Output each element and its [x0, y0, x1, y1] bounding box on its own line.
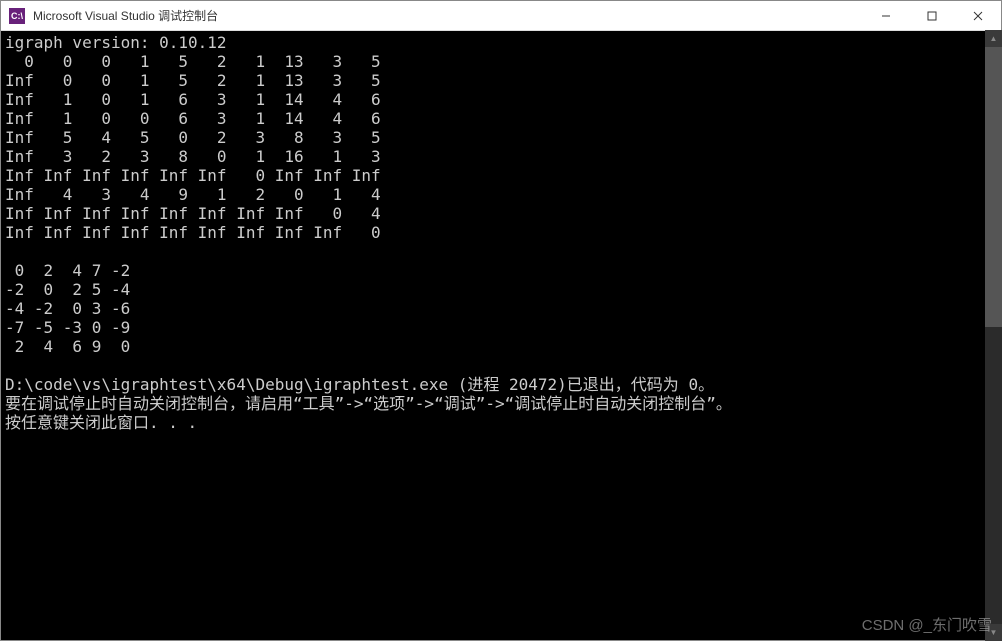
prompt-line: 按任意键关闭此窗口. . . — [5, 413, 197, 432]
matrix1-row: Inf Inf Inf Inf Inf Inf Inf Inf 0 4 — [5, 204, 381, 223]
matrix1-row: Inf 5 4 5 0 2 3 8 3 5 — [5, 128, 381, 147]
close-icon — [973, 11, 983, 21]
minimize-icon — [881, 11, 891, 21]
window-title: Microsoft Visual Studio 调试控制台 — [33, 7, 863, 24]
version-line: igraph version: 0.10.12 — [5, 33, 227, 52]
console-output[interactable]: igraph version: 0.10.12 0 0 0 1 5 2 1 13… — [1, 31, 1001, 640]
console-window: C:\ Microsoft Visual Studio 调试控制台 igraph… — [0, 0, 1002, 641]
window-controls — [863, 1, 1001, 31]
exit-line: D:\code\vs\igraphtest\x64\Debug\igraphte… — [5, 375, 714, 394]
matrix1-row: Inf 1 0 0 6 3 1 14 4 6 — [5, 109, 381, 128]
matrix1-row: Inf Inf Inf Inf Inf Inf Inf Inf Inf 0 — [5, 223, 381, 242]
app-icon-text: C:\ — [11, 11, 23, 21]
matrix2-row: -4 -2 0 3 -6 — [5, 299, 130, 318]
scroll-thumb[interactable] — [985, 47, 1002, 327]
matrix1-row: Inf 1 0 1 6 3 1 14 4 6 — [5, 90, 381, 109]
matrix1-row: 0 0 0 1 5 2 1 13 3 5 — [5, 52, 381, 71]
matrix1-row: Inf 4 3 4 9 1 2 0 1 4 — [5, 185, 381, 204]
matrix2-row: -2 0 2 5 -4 — [5, 280, 130, 299]
matrix2-row: 0 2 4 7 -2 — [5, 261, 130, 280]
hint-line: 要在调试停止时自动关闭控制台，请启用“工具”->“选项”->“调试”->“调试停… — [5, 394, 732, 413]
minimize-button[interactable] — [863, 1, 909, 31]
matrix1-row: Inf 0 0 1 5 2 1 13 3 5 — [5, 71, 381, 90]
maximize-button[interactable] — [909, 1, 955, 31]
app-icon: C:\ — [9, 8, 25, 24]
maximize-icon — [927, 11, 937, 21]
scroll-up-button[interactable]: ▲ — [985, 30, 1002, 47]
matrix1-row: Inf 3 2 3 8 0 1 16 1 3 — [5, 147, 381, 166]
matrix1-row: Inf Inf Inf Inf Inf Inf 0 Inf Inf Inf — [5, 166, 381, 185]
matrix2-row: 2 4 6 9 0 — [5, 337, 130, 356]
titlebar[interactable]: C:\ Microsoft Visual Studio 调试控制台 — [1, 1, 1001, 31]
watermark: CSDN @_东门吹雪 — [862, 614, 992, 635]
scrollbar[interactable]: ▲ ▼ — [985, 30, 1002, 641]
close-button[interactable] — [955, 1, 1001, 31]
matrix2-row: -7 -5 -3 0 -9 — [5, 318, 130, 337]
